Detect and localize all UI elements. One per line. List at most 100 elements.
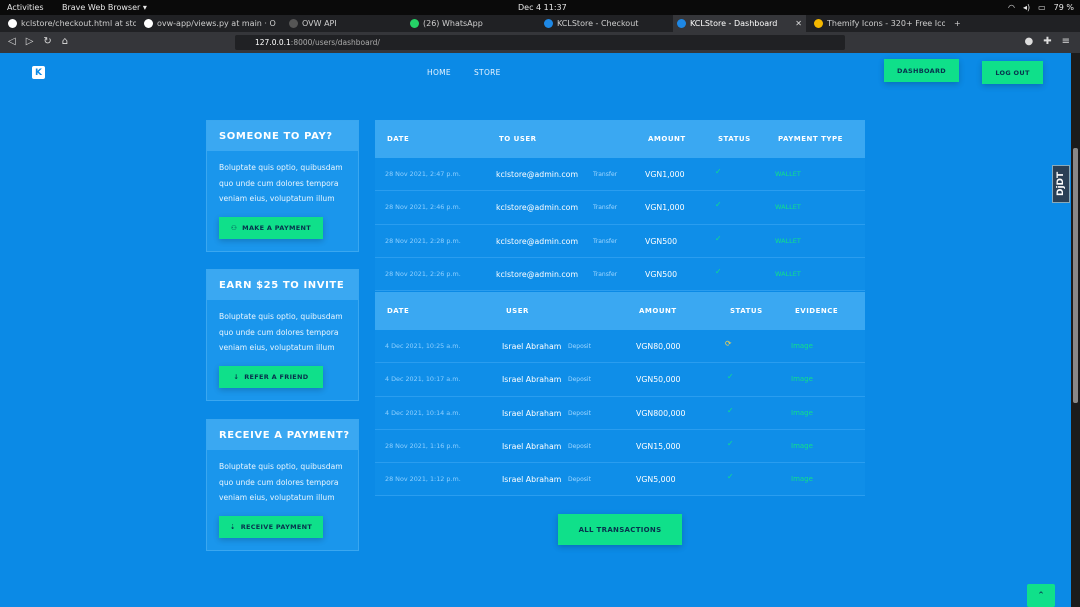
clock[interactable]: Dec 4 11:37: [518, 3, 567, 12]
row-kind: Transfer: [593, 171, 618, 178]
arrow-down-icon: ↓: [233, 373, 240, 381]
tab-views-github[interactable]: ovw-app/views.py at main · O: [140, 15, 277, 32]
activities-button[interactable]: Activities: [7, 3, 44, 12]
check-icon: ✓: [727, 438, 734, 448]
row-date: 4 Dec 2021, 10:25 a.m.: [385, 342, 461, 350]
djdt-toolbar-handle[interactable]: DjDT: [1052, 165, 1070, 203]
wifi-icon: ◠: [1007, 3, 1015, 12]
forward-icon[interactable]: ▷: [26, 36, 34, 47]
col-status: STATUS: [730, 307, 763, 315]
row-date: 28 Nov 2021, 2:46 p.m.: [385, 203, 461, 212]
all-transactions-button[interactable]: ALL TRANSACTIONS: [558, 514, 682, 545]
battery-icon: ▭: [1038, 3, 1046, 12]
tab-whatsapp[interactable]: (26) WhatsApp: [406, 15, 534, 32]
evidence-link[interactable]: Image: [791, 475, 813, 483]
tab-checkout-github[interactable]: kclstore/checkout.html at sto: [4, 15, 136, 32]
favicon-icon: [677, 19, 686, 28]
row-amount: VGN1,000: [645, 203, 685, 213]
menu-icon[interactable]: ≡: [1062, 36, 1070, 47]
col-amount: AMOUNT: [648, 135, 686, 143]
logo[interactable]: K: [32, 66, 45, 79]
chevron-up-icon: ⌃: [1037, 590, 1045, 601]
tab-ovw-api[interactable]: OVW API: [285, 15, 400, 32]
row-date: 28 Nov 2021, 2:28 p.m.: [385, 236, 461, 245]
row-user: Israel Abraham: [502, 441, 562, 451]
table-row: 28 Nov 2021, 1:16 p.m. Israel Abraham Depo…: [375, 430, 865, 464]
refer-friend-button[interactable]: ↓ REFER A FRIEND: [219, 366, 323, 388]
tab-label: OVW API: [302, 19, 337, 28]
row-user[interactable]: kclstore@admin.com: [496, 270, 578, 279]
check-icon: ✓: [727, 372, 734, 382]
card-text: Boluptate quis optio, quibusdam quo unde…: [219, 462, 343, 502]
table-header: DATE USER AMOUNT STATUS EVIDENCE: [375, 292, 865, 330]
favicon-icon: [289, 19, 298, 28]
dashboard-button[interactable]: DASHBOARD: [884, 59, 959, 82]
new-tab-button[interactable]: +: [950, 15, 964, 32]
check-icon: ✓: [715, 200, 722, 210]
make-payment-button[interactable]: ⚇ MAKE A PAYMENT: [219, 217, 323, 239]
row-date: 28 Nov 2021, 2:47 p.m.: [385, 170, 461, 178]
logout-button[interactable]: LOG OUT: [982, 61, 1043, 84]
extension-icon[interactable]: ●: [1024, 36, 1033, 47]
row-user[interactable]: kclstore@admin.com: [496, 203, 578, 212]
nav-store[interactable]: STORE: [474, 68, 501, 77]
row-user[interactable]: kclstore@admin.com: [496, 170, 578, 179]
address-bar[interactable]: 127.0.0.1:8000/users/dashboard/: [235, 35, 845, 50]
puzzle-icon[interactable]: ✚: [1043, 36, 1051, 47]
table-row: 28 Nov 2021, 2:46 p.m. kclstore@admin.com…: [375, 191, 865, 225]
scrollbar-thumb[interactable]: [1073, 148, 1078, 403]
download-icon: ⇣: [229, 523, 236, 531]
address-host: 127.0.0.1: [255, 38, 291, 47]
evidence-link[interactable]: Image: [791, 409, 813, 417]
row-kind: Deposit: [568, 343, 591, 350]
evidence-link[interactable]: Image: [791, 342, 813, 350]
back-to-top-button[interactable]: ⌃: [1027, 584, 1055, 607]
back-icon[interactable]: ◁: [8, 36, 16, 47]
evidence-link[interactable]: Image: [791, 375, 813, 383]
card-text: Boluptate quis optio, quibusdam quo unde…: [219, 312, 343, 352]
favicon-icon: [8, 19, 17, 28]
app-menu[interactable]: Brave Web Browser ▾: [62, 3, 147, 12]
home-icon[interactable]: ⌂: [62, 36, 68, 47]
col-user: USER: [506, 307, 529, 315]
table-row: 4 Dec 2021, 10:25 a.m. Israel Abraham Depo…: [375, 330, 865, 364]
reload-icon[interactable]: ↻: [43, 36, 51, 47]
tab-kclstore-checkout[interactable]: KCLStore - Checkout: [540, 15, 665, 32]
tab-kclstore-dashboard[interactable]: KCLStore - Dashboard ✕: [673, 15, 806, 32]
pending-icon: ⟳: [725, 339, 732, 348]
tab-themify[interactable]: Themify Icons - 320+ Free Icon: [810, 15, 945, 32]
row-date: 4 Dec 2021, 10:17 a.m.: [385, 375, 461, 384]
tab-label: KCLStore - Dashboard: [690, 19, 778, 28]
row-kind: Transfer: [593, 270, 618, 278]
col-status: STATUS: [718, 135, 751, 143]
check-icon: ✓: [715, 233, 722, 243]
tab-label: kclstore/checkout.html at sto: [21, 19, 136, 28]
row-user: Israel Abraham: [502, 342, 562, 351]
table-header: DATE TO USER AMOUNT STATUS PAYMENT TYPE: [375, 120, 865, 158]
close-tab-icon[interactable]: ✕: [795, 19, 802, 28]
row-amount: VGN15,000: [636, 441, 681, 451]
col-date: DATE: [387, 307, 410, 315]
check-icon: ✓: [715, 167, 722, 176]
card-pay: SOMEONE TO PAY? Boluptate quis optio, qu…: [206, 120, 359, 252]
row-date: 4 Dec 2021, 10:14 a.m.: [385, 408, 461, 417]
col-to-user: TO USER: [499, 135, 537, 143]
volume-icon: ◂): [1022, 3, 1031, 12]
row-user[interactable]: kclstore@admin.com: [496, 237, 578, 246]
row-payment-type: WALLET: [775, 203, 801, 212]
nav-home[interactable]: HOME: [427, 68, 451, 77]
receive-payment-button[interactable]: ⇣ RECEIVE PAYMENT: [219, 516, 323, 538]
row-kind: Deposit: [568, 476, 591, 484]
site-header: K HOME STORE DASHBOARD LOG OUT: [0, 53, 1080, 93]
check-icon: ✓: [715, 266, 722, 276]
user-icon: ⚇: [231, 224, 238, 232]
row-payment-type: WALLET: [775, 236, 801, 245]
row-date: 28 Nov 2021, 2:26 p.m.: [385, 269, 461, 278]
row-user: Israel Abraham: [502, 408, 562, 418]
evidence-link[interactable]: Image: [791, 442, 813, 450]
card-title: RECEIVE A PAYMENT?: [207, 420, 358, 450]
row-user: Israel Abraham: [502, 475, 562, 485]
row-amount: VGN800,000: [636, 408, 686, 418]
system-tray[interactable]: ◠ ◂) ▭ 79 %: [1008, 3, 1074, 12]
check-icon: ✓: [727, 472, 734, 482]
